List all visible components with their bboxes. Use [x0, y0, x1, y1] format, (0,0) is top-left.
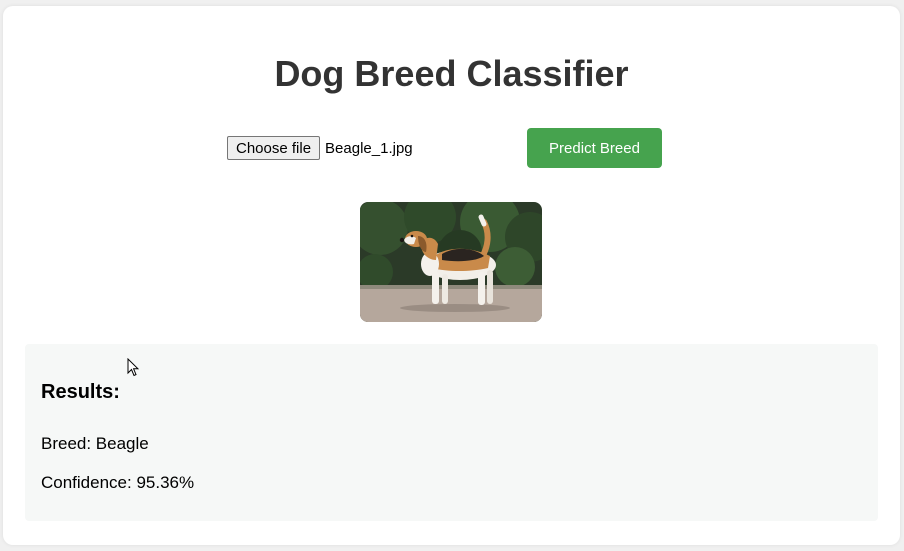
main-card: Dog Breed Classifier Choose file Beagle_…: [3, 6, 900, 545]
image-preview: [360, 202, 542, 322]
breed-result: Breed: Beagle: [41, 434, 149, 453]
results-heading: Results:: [41, 381, 120, 403]
predict-breed-button[interactable]: Predict Breed: [527, 128, 662, 168]
confidence-result: Confidence: 95.36%: [41, 473, 195, 492]
results-panel: Results: Breed: Beagle Confidence: 95.36…: [25, 344, 878, 521]
selected-file-name: Beagle_1.jpg: [325, 139, 413, 157]
dog-photo: [360, 202, 542, 322]
file-picker[interactable]: Choose file Beagle_1.jpg: [227, 136, 413, 160]
mouse-pointer-icon: [127, 358, 139, 377]
choose-file-button[interactable]: Choose file: [227, 136, 321, 160]
page-title: Dog Breed Classifier: [274, 53, 629, 94]
